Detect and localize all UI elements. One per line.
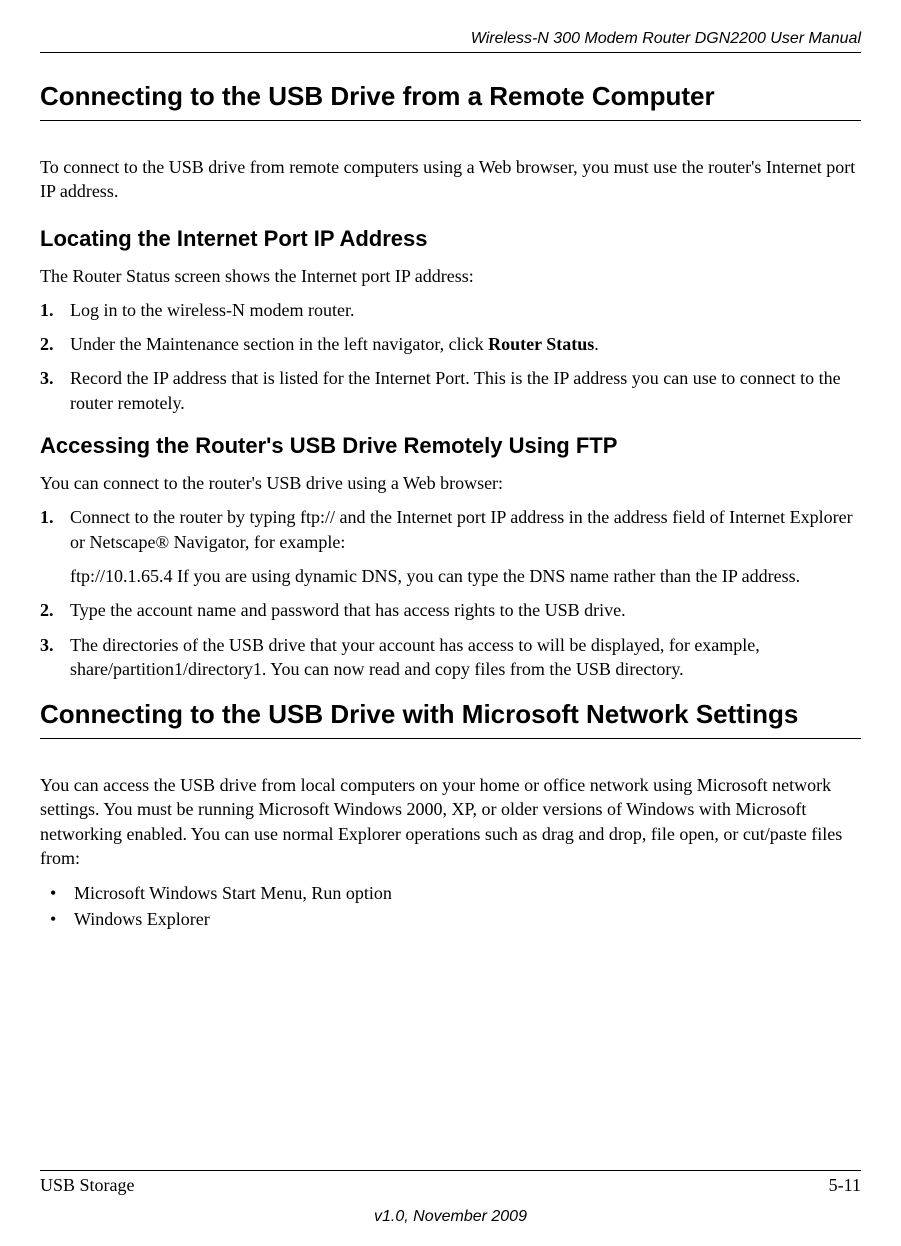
step-text: Connect to the router by typing ftp:// a… [70,507,853,551]
list-item: Under the Maintenance section in the lef… [40,332,861,356]
page-header: Wireless-N 300 Modem Router DGN2200 User… [40,30,861,53]
lead-ftp: You can connect to the router's USB driv… [40,471,861,495]
bullets-msnetwork: Microsoft Windows Start Menu, Run option… [40,880,861,932]
list-item: Connect to the router by typing ftp:// a… [40,505,861,588]
steps-locating-ip: Log in to the wireless-N modem router. U… [40,298,861,415]
subheading-locating-ip: Locating the Internet Port IP Address [40,226,861,252]
lead-locating-ip: The Router Status screen shows the Inter… [40,264,861,288]
list-item: Windows Explorer [40,906,861,932]
list-item: Log in to the wireless-N modem router. [40,298,861,322]
list-item: The directories of the USB drive that yo… [40,633,861,682]
section-intro-remote: To connect to the USB drive from remote … [40,155,861,204]
list-item: Record the IP address that is listed for… [40,366,861,415]
step-suffix: . [594,334,599,354]
list-item: Microsoft Windows Start Menu, Run option [40,880,861,906]
footer-version: v1.0, November 2009 [40,1208,861,1226]
page-footer: USB Storage 5-11 v1.0, November 2009 [40,1170,861,1226]
footer-divider [40,1170,861,1171]
section-heading-remote: Connecting to the USB Drive from a Remot… [40,81,861,121]
section-heading-msnetwork: Connecting to the USB Drive with Microso… [40,699,861,739]
section-intro-msnetwork: You can access the USB drive from local … [40,773,861,870]
footer-page-number: 5-11 [829,1175,861,1196]
steps-ftp: Connect to the router by typing ftp:// a… [40,505,861,681]
footer-left: USB Storage [40,1175,135,1196]
step-bold: Router Status [488,334,594,354]
list-item: Type the account name and password that … [40,598,861,622]
header-divider [40,52,861,53]
step-sub-text: ftp://10.1.65.4 If you are using dynamic… [70,564,861,588]
step-text: Under the Maintenance section in the lef… [70,334,488,354]
header-title: Wireless-N 300 Modem Router DGN2200 User… [40,30,861,52]
subheading-ftp: Accessing the Router's USB Drive Remotel… [40,433,861,459]
